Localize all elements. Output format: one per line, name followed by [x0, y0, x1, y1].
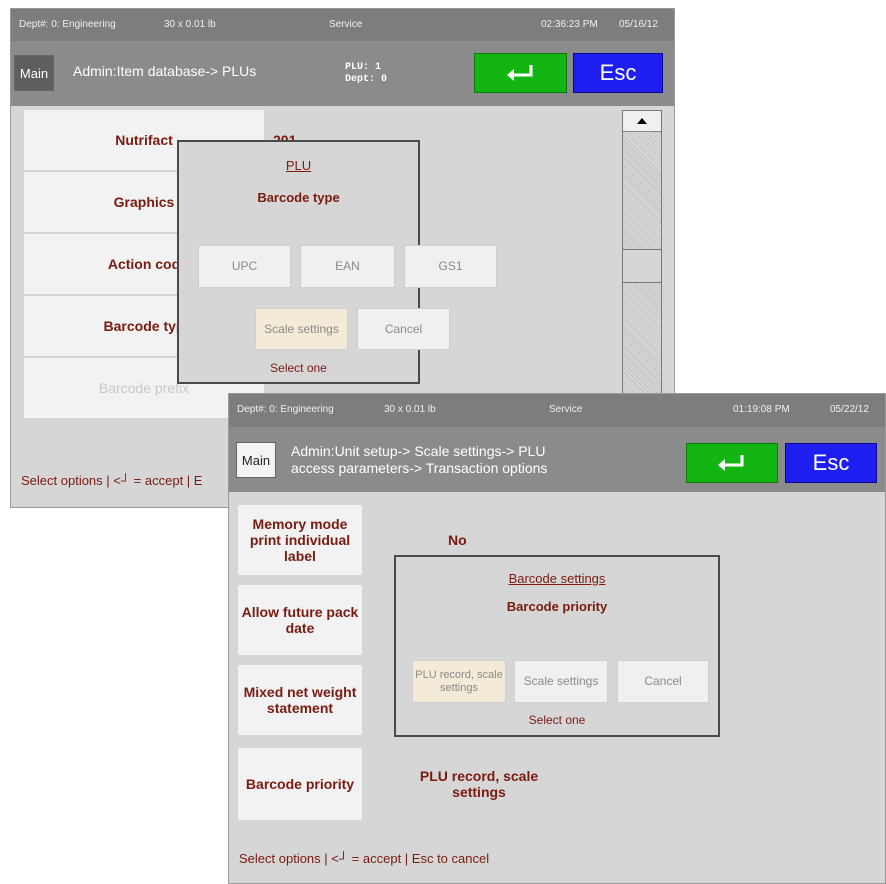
mode-status: Service: [549, 404, 583, 415]
title-bar: Main Admin:Unit setup-> Scale settings->…: [229, 427, 885, 492]
scale-status: 30 x 0.01 lb: [164, 19, 216, 30]
memory-mode-value: No: [448, 532, 467, 548]
esc-button[interactable]: Esc: [573, 53, 663, 93]
barcode-type-dialog: PLU Barcode type UPC EAN GS1 Scale setti…: [177, 140, 497, 384]
date-status: 05/22/12: [830, 404, 869, 415]
dialog-subtitle: Barcode type: [257, 190, 340, 205]
plu-number: PLU: 1: [345, 62, 382, 73]
breadcrumb-line-1: Admin:Unit setup-> Scale settings-> PLU: [291, 443, 546, 459]
enter-arrow-icon: [718, 455, 744, 471]
field-memory-mode-print[interactable]: Memory mode print individual label: [238, 505, 362, 575]
dialog-hint: Select one: [270, 361, 327, 375]
transaction-options-window: Dept#: 0: Engineering 30 x 0.01 lb Servi…: [228, 393, 886, 884]
dept-status: Dept#: 0: Engineering: [19, 19, 116, 30]
time-status: 01:19:08 PM: [733, 404, 790, 415]
footer-hint: Select options | <┘ = accept | E: [21, 473, 203, 488]
dialog-subtitle: Barcode priority: [506, 599, 608, 614]
upc-option-button[interactable]: UPC: [198, 245, 291, 288]
status-bar: Dept#: 0: Engineering 30 x 0.01 lb Servi…: [229, 394, 885, 427]
dept-status: Dept#: 0: Engineering: [237, 404, 334, 415]
enter-button[interactable]: [686, 443, 778, 483]
breadcrumb: Admin:Item database-> PLUs: [73, 63, 257, 79]
dialog-hint: Select one: [528, 713, 586, 727]
gs1-option-button[interactable]: GS1: [404, 245, 497, 288]
scale-status: 30 x 0.01 lb: [384, 404, 436, 415]
scale-settings-button[interactable]: Scale settings: [514, 660, 608, 703]
enter-arrow-icon: [506, 65, 532, 81]
breadcrumb-line-2: access parameters-> Transaction options: [291, 460, 548, 476]
enter-button[interactable]: [474, 53, 567, 93]
dept-number: Dept: 0: [345, 74, 388, 85]
scrollbar[interactable]: [622, 110, 662, 421]
barcode-settings-dialog: Barcode settings Barcode priority PLU re…: [394, 555, 720, 737]
scroll-thumb[interactable]: [623, 249, 661, 283]
scale-settings-button[interactable]: Scale settings: [255, 308, 348, 350]
title-bar: Main Admin:Item database-> PLUs PLU: 1 D…: [11, 41, 674, 106]
time-status: 02:36:23 PM: [541, 19, 598, 30]
main-button[interactable]: Main: [14, 55, 54, 91]
cancel-button[interactable]: Cancel: [617, 660, 709, 703]
breadcrumb: Admin:Unit setup-> Scale settings-> PLU …: [291, 443, 547, 477]
field-barcode-priority[interactable]: Barcode priority: [238, 748, 362, 820]
mode-status: Service: [329, 19, 363, 30]
scroll-up-arrow-icon[interactable]: [623, 111, 661, 132]
footer-hint: Select options | <┘ = accept | Esc to ca…: [239, 851, 490, 866]
date-status: 05/16/12: [619, 19, 658, 30]
field-allow-future-pack-date[interactable]: Allow future pack date: [238, 585, 362, 655]
plu-info: PLU: 1 Dept: 0: [345, 62, 387, 86]
cancel-button[interactable]: Cancel: [357, 308, 450, 350]
esc-button[interactable]: Esc: [785, 443, 877, 483]
barcode-priority-value: PLU record, scale settings: [419, 768, 539, 800]
plu-record-scale-settings-button[interactable]: PLU record, scale settings: [412, 660, 506, 703]
dialog-title: Barcode settings: [508, 571, 606, 586]
status-bar: Dept#: 0: Engineering 30 x 0.01 lb Servi…: [11, 9, 674, 41]
main-button[interactable]: Main: [236, 442, 276, 478]
dialog-title: PLU: [285, 158, 312, 173]
ean-option-button[interactable]: EAN: [300, 245, 395, 288]
field-mixed-net-weight[interactable]: Mixed net weight statement: [238, 665, 362, 735]
